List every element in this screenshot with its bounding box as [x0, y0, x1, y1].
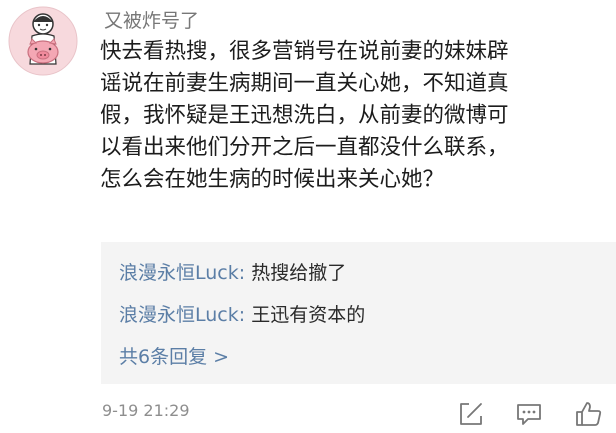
comment-body-line: 以看出来他们分开之后一直都没什么联系， [100, 135, 509, 160]
replies-panel: 浪漫永恒Luck: 热搜给撤了 浪漫永恒Luck: 王迅有资本的 共6条回复 > [101, 242, 616, 384]
comment-timestamp: 9-19 21:29 [102, 401, 190, 420]
comment-body-line: 谣说在前妻生病期间一直关心她，不知道真 [100, 71, 509, 96]
comment-body-line: 怎么会在她生病的时候出来关心她？ [100, 167, 445, 192]
reply-text: 王迅有资本的 [251, 304, 366, 326]
edit-button[interactable] [456, 399, 486, 429]
comment-body: 快去看热搜，很多营销号在说前妻的妹妹辟 谣说在前妻生病期间一直关心她，不知道真 … [100, 36, 612, 196]
view-all-replies-link[interactable]: 共6条回复 > [119, 342, 229, 369]
user-avatar[interactable] [8, 6, 78, 76]
comment-icon [517, 404, 541, 425]
comment-button[interactable] [514, 399, 544, 429]
reply-separator: : [238, 304, 246, 326]
comment-username[interactable]: 又被炸号了 [104, 6, 199, 33]
reply-author[interactable]: 浪漫永恒Luck [119, 262, 239, 284]
reply-item[interactable]: 浪漫永恒Luck: 热搜给撤了 [119, 258, 346, 285]
comment-body-line: 快去看热搜，很多营销号在说前妻的妹妹辟 [100, 39, 509, 64]
like-icon [576, 402, 602, 426]
reply-separator: : [238, 262, 246, 284]
edit-icon [460, 403, 482, 425]
reply-text: 热搜给撤了 [251, 262, 347, 284]
pig-avatar-icon [8, 6, 78, 76]
reply-item[interactable]: 浪漫永恒Luck: 王迅有资本的 [119, 300, 365, 327]
comment-body-line: 假，我怀疑是王迅想洗白，从前妻的微博可 [100, 103, 509, 128]
reply-author[interactable]: 浪漫永恒Luck [119, 304, 239, 326]
like-button[interactable] [574, 399, 604, 429]
